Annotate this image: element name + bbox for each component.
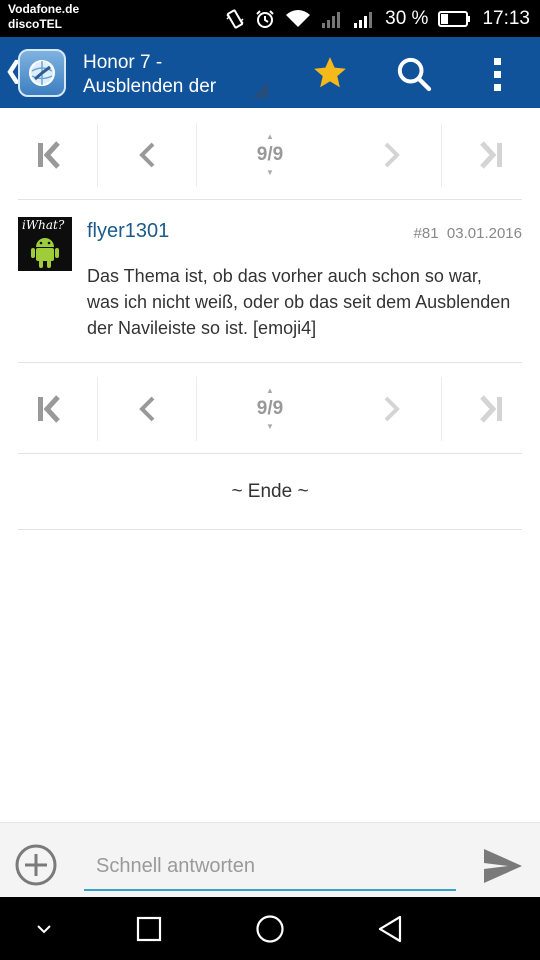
send-icon[interactable] — [482, 847, 524, 885]
divider — [18, 529, 522, 530]
post-username[interactable]: flyer1301 — [87, 220, 169, 243]
first-page-button[interactable] — [0, 123, 97, 187]
system-nav-bar — [0, 897, 540, 960]
divider — [18, 453, 522, 454]
thread-title[interactable]: Honor 7 - Ausblenden der — [83, 51, 263, 99]
more-vert-icon[interactable] — [488, 54, 508, 94]
post-number: #81 — [413, 225, 439, 242]
pagination-top: ▲ 9/9 ▼ — [0, 123, 540, 187]
search-icon[interactable] — [394, 54, 434, 94]
page-indicator[interactable]: ▲ 9/9 ▼ — [197, 377, 343, 441]
app-logo-icon[interactable] — [18, 49, 66, 97]
recents-icon — [136, 916, 162, 941]
post-date: 03.01.2016 — [446, 225, 522, 242]
last-page-icon — [480, 395, 502, 423]
last-page-icon — [480, 141, 502, 169]
reply-bar — [0, 822, 540, 897]
alarm-icon — [256, 9, 274, 28]
status-bar: Vodafone.de discoTEL 30 % 17:13 — [0, 0, 540, 37]
next-page-icon — [384, 142, 400, 168]
prev-page-button[interactable] — [98, 377, 196, 441]
last-page-button[interactable] — [442, 123, 540, 187]
home-icon — [256, 914, 284, 943]
hide-keyboard-button[interactable] — [24, 897, 64, 960]
end-label: ~ Ende ~ — [231, 481, 309, 502]
carrier-line2: discoTEL — [8, 17, 63, 31]
next-page-button[interactable] — [343, 377, 441, 441]
add-attachment-icon[interactable] — [14, 843, 58, 887]
quick-reply-input[interactable] — [84, 843, 456, 891]
clock: 17:13 — [482, 7, 530, 29]
vibrate-icon — [226, 8, 244, 29]
title-dropdown-icon[interactable] — [252, 82, 268, 98]
last-page-button[interactable] — [442, 377, 540, 441]
post-body: Das Thema ist, ob das vorher auch schon … — [87, 266, 511, 338]
prev-page-icon — [139, 142, 155, 168]
carrier-label: Vodafone.de discoTEL — [8, 2, 79, 32]
status-icons: 30 % 17:13 — [225, 0, 530, 37]
next-page-icon — [384, 396, 400, 422]
avatar[interactable]: iWhat? — [18, 217, 72, 271]
page-indicator[interactable]: ▲ 9/9 ▼ — [197, 123, 343, 187]
signal-icon-1 — [322, 11, 341, 28]
hide-keyboard-icon — [37, 924, 51, 933]
pagination-bottom: ▲ 9/9 ▼ — [0, 377, 540, 441]
divider — [18, 199, 522, 200]
page-number: 9/9 — [256, 144, 284, 165]
back-button[interactable] — [370, 897, 410, 960]
post-meta: #81 03.01.2016 — [414, 225, 522, 242]
prev-page-icon — [139, 396, 155, 422]
avatar-text: iWhat? — [22, 218, 65, 232]
app-bar: ❮ Honor 7 - Ausblenden der — [0, 37, 540, 108]
first-page-icon — [37, 395, 60, 423]
first-page-icon — [37, 141, 60, 169]
prev-page-button[interactable] — [98, 123, 196, 187]
battery-icon — [438, 10, 471, 27]
recents-button[interactable] — [129, 897, 169, 960]
battery-percent: 30 % — [385, 7, 429, 29]
star-icon[interactable] — [311, 54, 349, 92]
home-button[interactable] — [250, 897, 290, 960]
signal-icon-2 — [354, 11, 373, 28]
back-icon — [378, 915, 402, 942]
wifi-icon — [286, 9, 311, 27]
carrier-line1: Vodafone.de — [8, 2, 80, 16]
android-icon — [31, 238, 59, 268]
page-number: 9/9 — [256, 398, 284, 419]
next-page-button[interactable] — [343, 123, 441, 187]
divider — [18, 362, 522, 363]
first-page-button[interactable] — [0, 377, 97, 441]
